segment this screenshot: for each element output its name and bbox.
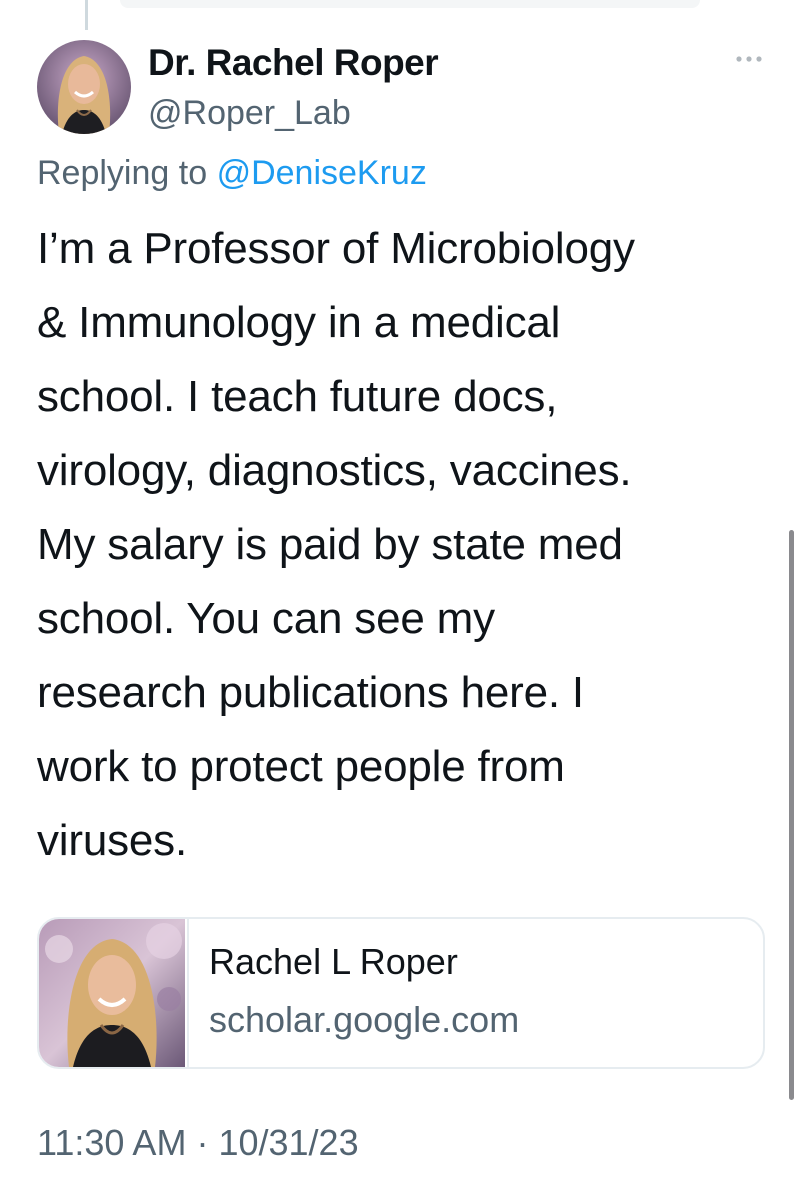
link-card-title: Rachel L Roper: [209, 941, 458, 982]
tweet-text-line: My salary is paid by state med: [37, 520, 623, 569]
tweet-text-line: school. You can see my: [37, 594, 495, 643]
tweet-text-line: school. I teach future docs,: [37, 372, 558, 421]
timestamp-separator: ·: [196, 1122, 209, 1163]
author-display-name[interactable]: Dr. Rachel Roper: [148, 42, 439, 84]
author-handle[interactable]: @Roper_Lab: [148, 94, 351, 133]
tweet-text-line: I’m a Professor of Microbiology: [37, 224, 635, 273]
tweet-date: 10/31/23: [218, 1122, 359, 1163]
scrollbar-thumb[interactable]: [789, 530, 794, 1100]
more-dots-icon[interactable]: [734, 52, 764, 66]
tweet-body: I’m a Professor of Microbiology & Immuno…: [37, 212, 777, 878]
tweet-text-line: research publications here. I: [37, 668, 584, 717]
tweet-text-line: work to protect people from: [37, 742, 565, 791]
link-preview-card[interactable]: Rachel L Roper scholar.google.com: [37, 917, 765, 1069]
tweet-text-line: virology, diagnostics, vaccines.: [37, 446, 632, 495]
thread-connector-line: [85, 0, 88, 30]
tweet-text-line: viruses.: [37, 816, 187, 865]
replying-to-label: Replying to: [37, 154, 208, 192]
link-card-thumbnail: [39, 919, 189, 1067]
author-avatar[interactable]: [37, 40, 131, 134]
replying-to-line: Replying to @DeniseKruz: [37, 154, 427, 193]
tweet-timestamp[interactable]: 11:30 AM · 10/31/23: [37, 1122, 359, 1164]
previous-tweet-edge: [120, 0, 700, 8]
tweet-text-line: & Immunology in a medical: [37, 298, 561, 347]
tweet-time: 11:30 AM: [37, 1122, 187, 1163]
profile-photo-icon: [37, 40, 131, 134]
profile-photo-icon: [39, 919, 185, 1067]
replying-to-mention-link[interactable]: @DeniseKruz: [217, 154, 427, 192]
link-card-domain: scholar.google.com: [209, 999, 520, 1040]
